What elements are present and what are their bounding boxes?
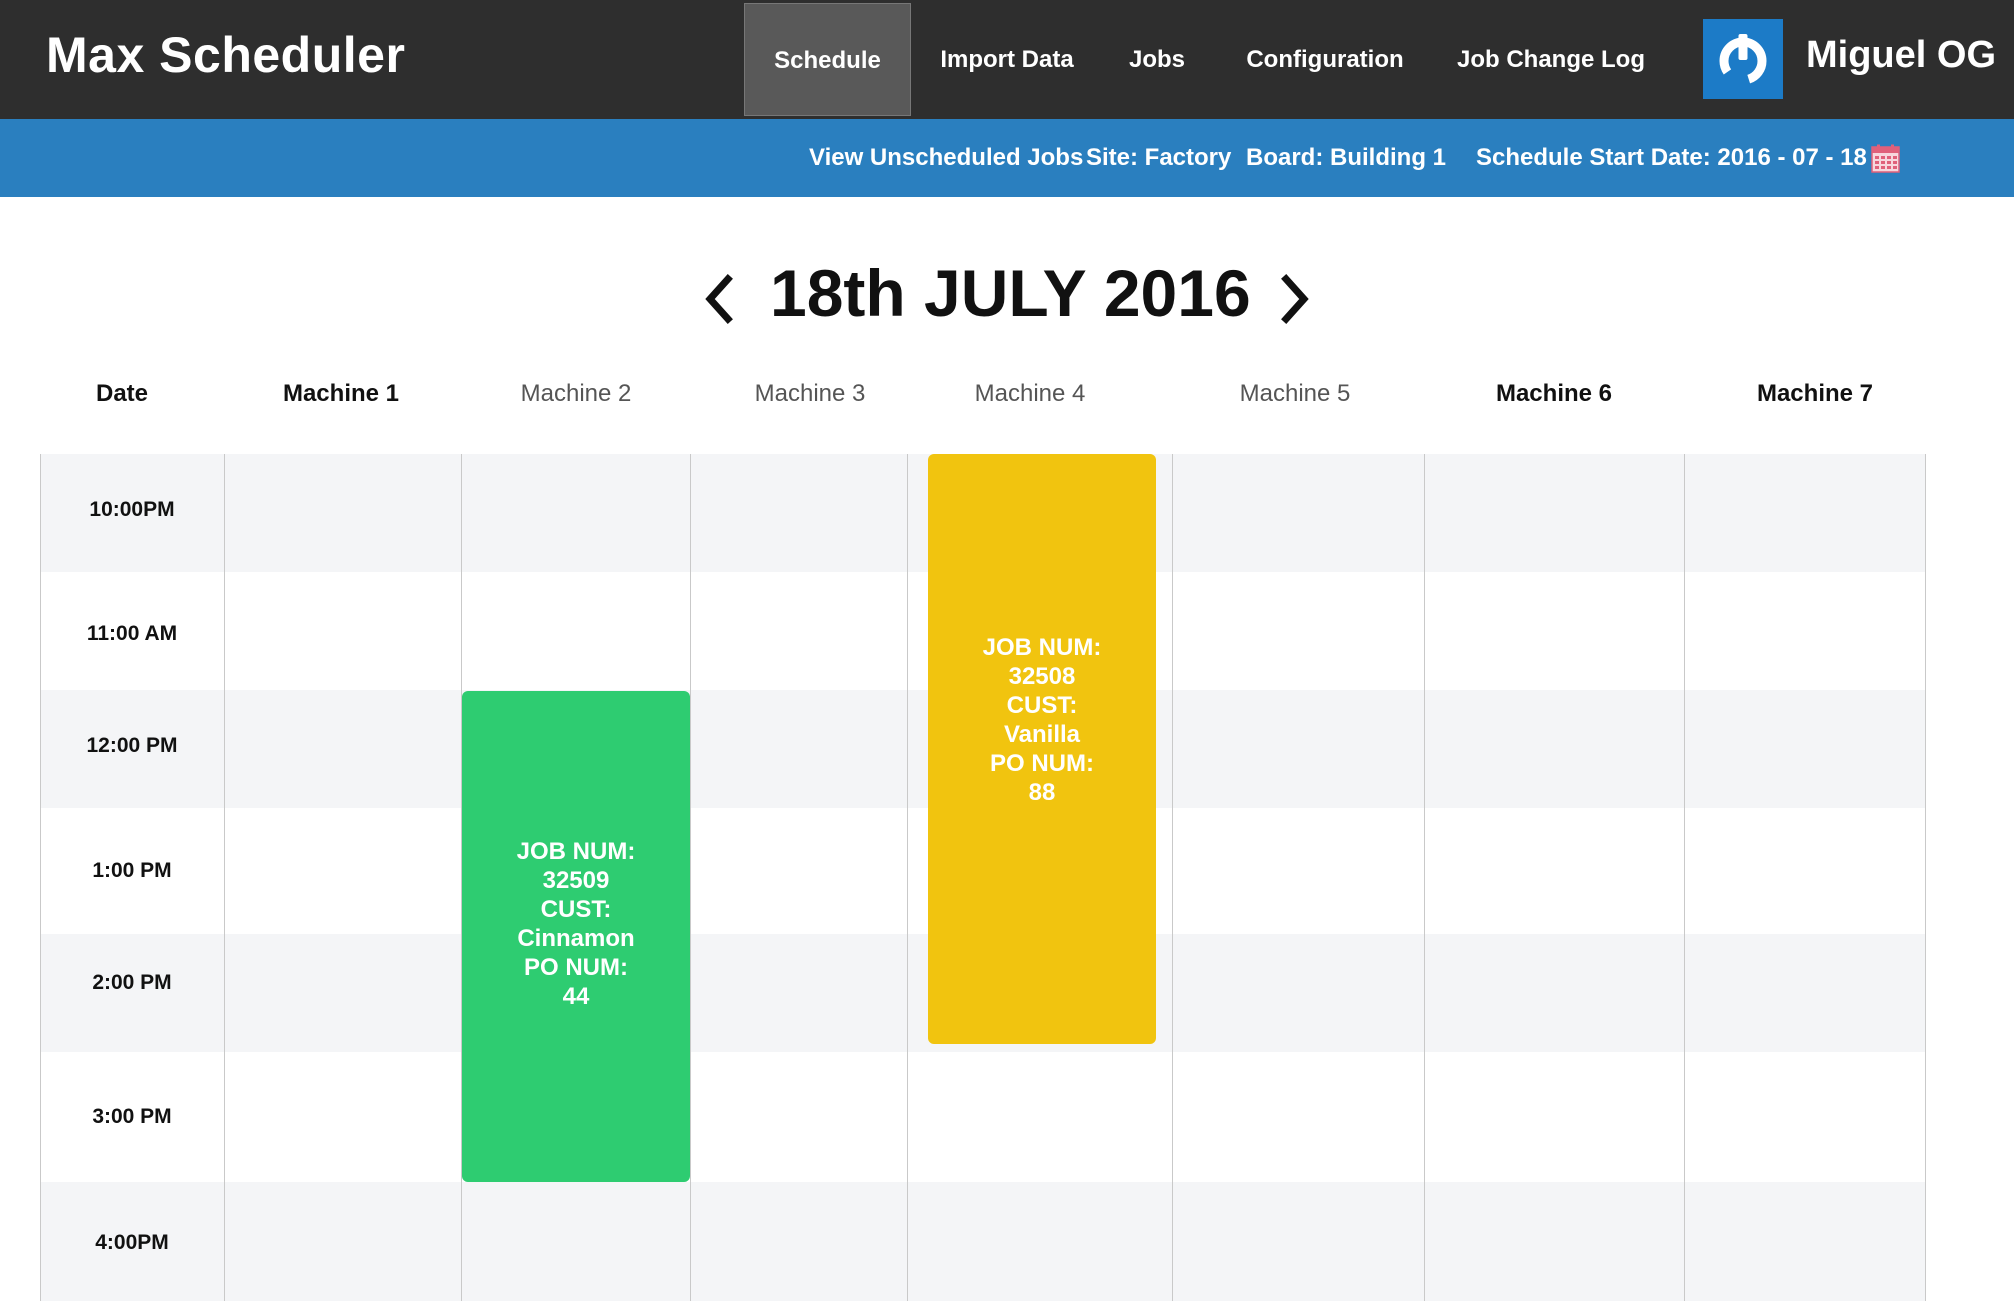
top-navbar: Max Scheduler Schedule Import Data Jobs … bbox=[0, 0, 2014, 119]
user-name[interactable]: Miguel OG bbox=[1806, 20, 1996, 90]
power-button[interactable] bbox=[1703, 19, 1783, 99]
power-icon bbox=[1719, 34, 1767, 85]
job-line: 32509 bbox=[542, 866, 610, 894]
grid-line bbox=[1172, 454, 1173, 1301]
job-line: Vanilla bbox=[1003, 721, 1081, 748]
job-line: CUST: bbox=[540, 895, 612, 923]
time-label: 10:00PM bbox=[89, 498, 175, 521]
view-unscheduled-jobs-link[interactable]: View Unscheduled Jobs bbox=[809, 119, 1083, 197]
date-navigator: 18th JULY 2016 bbox=[0, 253, 2014, 333]
time-row: 4:00PM bbox=[40, 1182, 1926, 1301]
schedule-grid: 10:00PM 11:00 AM 12:00 PM 1:00 PM 2:00 P… bbox=[40, 454, 1926, 1301]
job-line: CUST: bbox=[1006, 692, 1078, 719]
time-label: 2:00 PM bbox=[92, 971, 172, 994]
grid-line bbox=[1684, 454, 1685, 1301]
nav-tab-import-data[interactable]: Import Data bbox=[912, 3, 1102, 116]
column-header-machine-6: Machine 6 bbox=[1495, 380, 1613, 407]
chevron-left-icon bbox=[705, 274, 733, 324]
schedule-toolbar: View Unscheduled Jobs Site: Factory Boar… bbox=[0, 119, 2014, 197]
grid-line bbox=[224, 454, 225, 1301]
column-header-machine-4: Machine 4 bbox=[974, 380, 1086, 407]
job-line: Cinnamon bbox=[517, 924, 635, 952]
column-header-machine-3: Machine 3 bbox=[754, 380, 866, 407]
previous-day-button[interactable] bbox=[698, 271, 742, 327]
job-line: JOB NUM: bbox=[516, 837, 636, 865]
job-line: PO NUM: bbox=[523, 953, 628, 981]
column-header-machine-1: Machine 1 bbox=[282, 380, 400, 407]
column-header-machine-5: Machine 5 bbox=[1239, 380, 1351, 407]
board-selector[interactable]: Board: Building 1 bbox=[1246, 119, 1446, 197]
time-label: 11:00 AM bbox=[86, 622, 178, 645]
time-label: 1:00 PM bbox=[92, 859, 172, 882]
grid-line bbox=[907, 454, 908, 1301]
nav-tab-configuration[interactable]: Configuration bbox=[1212, 3, 1438, 116]
time-row: 3:00 PM bbox=[40, 1052, 1926, 1182]
job-card-32508[interactable]: JOB NUM: 32508 CUST: Vanilla PO NUM: 88 bbox=[928, 454, 1156, 1044]
site-selector[interactable]: Site: Factory bbox=[1086, 119, 1231, 197]
job-line: 44 bbox=[562, 982, 590, 1010]
app-title[interactable]: Max Scheduler bbox=[46, 20, 405, 90]
job-line: JOB NUM: bbox=[982, 634, 1102, 661]
calendar-icon[interactable] bbox=[1871, 144, 1900, 173]
grid-line bbox=[40, 454, 41, 1301]
job-card-32509[interactable]: JOB NUM: 32509 CUST: Cinnamon PO NUM: 44 bbox=[462, 691, 690, 1182]
time-label: 3:00 PM bbox=[92, 1105, 172, 1128]
schedule-date-title: 18th JULY 2016 bbox=[770, 256, 1251, 330]
next-day-button[interactable] bbox=[1272, 271, 1316, 327]
column-header-machine-2: Machine 2 bbox=[520, 380, 632, 407]
chevron-right-icon bbox=[1281, 274, 1309, 324]
job-line: PO NUM: bbox=[989, 750, 1094, 777]
grid-line bbox=[1925, 454, 1926, 1301]
grid-line bbox=[690, 454, 691, 1301]
nav-tab-job-change-log[interactable]: Job Change Log bbox=[1438, 3, 1664, 116]
nav-tab-schedule[interactable]: Schedule bbox=[744, 3, 911, 116]
time-label: 4:00PM bbox=[95, 1231, 169, 1254]
nav-tab-jobs[interactable]: Jobs bbox=[1102, 3, 1212, 116]
schedule-start-date: Schedule Start Date: 2016 - 07 - 18 bbox=[1476, 144, 1867, 171]
job-line: 88 bbox=[1028, 779, 1056, 806]
job-line: 32508 bbox=[1008, 663, 1076, 690]
time-label: 12:00 PM bbox=[86, 734, 178, 757]
column-header-date: Date bbox=[95, 380, 149, 407]
column-header-machine-7: Machine 7 bbox=[1756, 380, 1874, 407]
grid-line bbox=[1424, 454, 1425, 1301]
